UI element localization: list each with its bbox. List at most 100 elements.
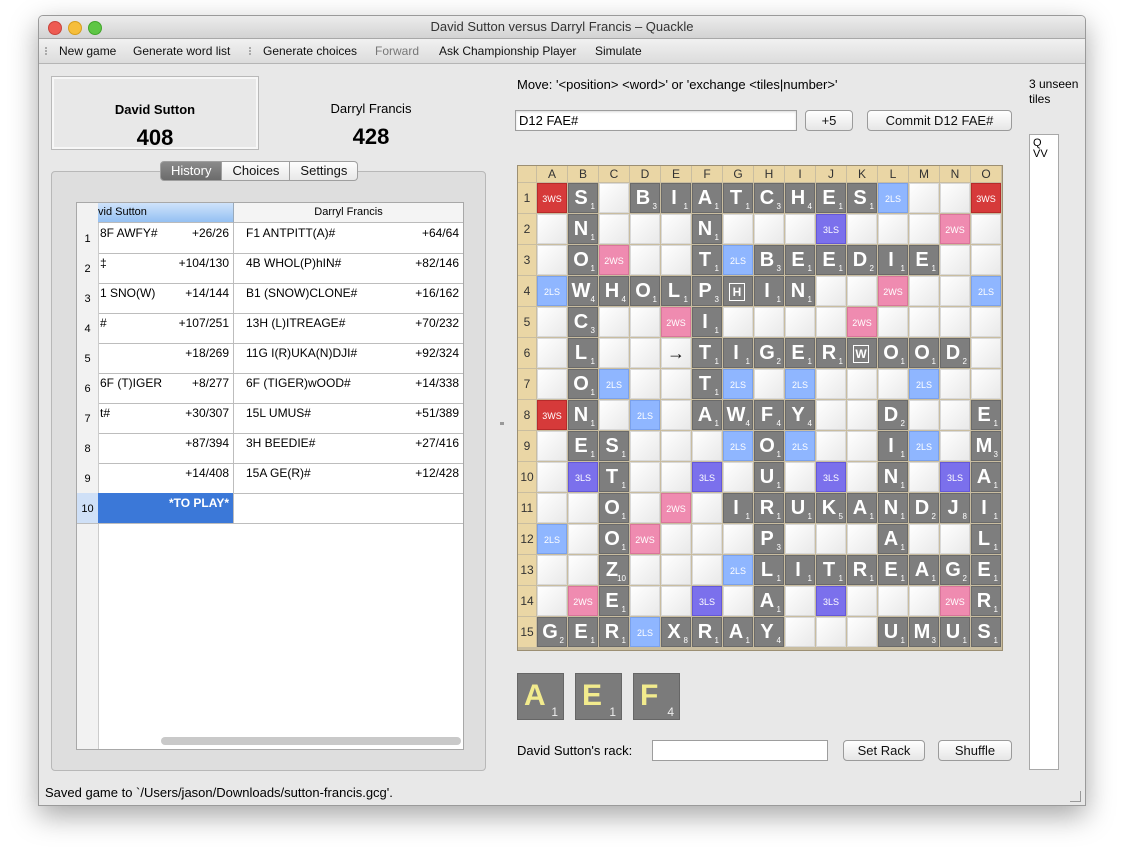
board-square[interactable] xyxy=(971,369,1001,399)
board-square[interactable] xyxy=(568,524,598,554)
board-square[interactable] xyxy=(661,214,691,244)
board-square[interactable] xyxy=(847,431,877,461)
player-1-move-cell[interactable]: ‡ +104/130 xyxy=(98,253,234,283)
board-square[interactable] xyxy=(909,400,939,430)
premium-square[interactable]: 2WS xyxy=(847,307,877,337)
player-2-move-cell[interactable]: 3H BEEDIE# +27/416 xyxy=(234,433,463,463)
board-square[interactable] xyxy=(909,586,939,616)
board-square[interactable] xyxy=(661,400,691,430)
board-square[interactable] xyxy=(599,338,629,368)
splitter-handle[interactable] xyxy=(500,422,504,425)
premium-square[interactable]: 2WS xyxy=(568,586,598,616)
premium-square[interactable]: 2LS xyxy=(785,431,815,461)
board-square[interactable] xyxy=(785,307,815,337)
board-square[interactable] xyxy=(847,617,877,647)
board-square[interactable] xyxy=(661,245,691,275)
board-square[interactable] xyxy=(940,369,970,399)
player-2-move-cell[interactable]: 15A GE(R)# +12/428 xyxy=(234,463,463,493)
history-table[interactable]: vid Sutton Darryl Francis 1 8F AWFY# +26/2… xyxy=(76,202,464,750)
board-square[interactable] xyxy=(816,276,846,306)
board-square[interactable] xyxy=(537,586,567,616)
board-square[interactable] xyxy=(940,307,970,337)
board-square[interactable] xyxy=(909,307,939,337)
to-play-cell[interactable]: *TO PLAY* xyxy=(98,493,234,523)
premium-square[interactable]: 2LS xyxy=(971,276,1001,306)
player-2-move-cell[interactable]: 6F (TIGER)wOOD# +14/338 xyxy=(234,373,463,403)
board-square[interactable] xyxy=(971,338,1001,368)
board-square[interactable] xyxy=(971,214,1001,244)
player-1-move-cell[interactable]: +18/269 xyxy=(98,343,234,373)
premium-square[interactable]: 3WS xyxy=(971,183,1001,213)
player-1-move-cell[interactable]: 1 SNO(W) +14/144 xyxy=(98,283,234,313)
table-row[interactable]: 7 t# +30/307 15L UMUS# +51/389 xyxy=(77,403,463,434)
premium-square[interactable]: 2WS xyxy=(599,245,629,275)
premium-square[interactable]: 2LS xyxy=(723,245,753,275)
player-1-move-cell[interactable]: +14/408 xyxy=(98,463,234,493)
board-square[interactable] xyxy=(971,245,1001,275)
rack-tile[interactable]: F4 xyxy=(633,673,680,720)
board-square[interactable] xyxy=(909,214,939,244)
premium-square[interactable]: 2LS xyxy=(599,369,629,399)
board-square[interactable] xyxy=(909,462,939,492)
board-square[interactable] xyxy=(599,400,629,430)
table-row[interactable]: 6 6F (T)IGER +8/277 6F (TIGER)wOOD# +14/338 xyxy=(77,373,463,404)
table-row[interactable]: 4 # +107/251 13H (L)ITREAGE# +70/232 xyxy=(77,313,463,344)
player-1-move-cell[interactable]: 6F (T)IGER +8/277 xyxy=(98,373,234,403)
board-square[interactable] xyxy=(847,276,877,306)
table-row[interactable]: 1 8F AWFY# +26/26 F1 ANTPITT(A)# +64/64 xyxy=(77,223,463,254)
board-square[interactable] xyxy=(661,369,691,399)
board-square[interactable] xyxy=(878,586,908,616)
board-square[interactable] xyxy=(723,214,753,244)
player-2-move-cell[interactable]: 11G I(R)UKA(N)DJI# +92/324 xyxy=(234,343,463,373)
premium-square[interactable]: 2WS xyxy=(878,276,908,306)
player-2-move-cell[interactable]: F1 ANTPITT(A)# +64/64 xyxy=(234,223,463,253)
board-square[interactable] xyxy=(940,431,970,461)
empty-cell[interactable] xyxy=(234,493,463,523)
board-square[interactable] xyxy=(599,307,629,337)
rack-tile[interactable]: E1 xyxy=(575,673,622,720)
premium-square[interactable]: 3LS xyxy=(568,462,598,492)
tab-settings[interactable]: Settings xyxy=(290,161,359,181)
board-square[interactable] xyxy=(661,555,691,585)
board-square[interactable] xyxy=(537,462,567,492)
board-square[interactable] xyxy=(537,307,567,337)
new-game-button[interactable]: New game xyxy=(59,44,116,58)
board-square[interactable] xyxy=(537,555,567,585)
board-square[interactable] xyxy=(909,183,939,213)
board-square[interactable] xyxy=(785,586,815,616)
rack-input[interactable] xyxy=(652,740,828,761)
resize-grip-icon[interactable] xyxy=(1070,791,1081,802)
column-header-player-2[interactable]: Darryl Francis xyxy=(234,203,463,223)
board-square[interactable] xyxy=(940,400,970,430)
board-square[interactable] xyxy=(630,493,660,523)
table-row-to-play[interactable]: 10 *TO PLAY* xyxy=(77,493,463,524)
board-square[interactable] xyxy=(692,555,722,585)
premium-square[interactable]: 3LS xyxy=(816,462,846,492)
board-square[interactable] xyxy=(630,369,660,399)
board-square[interactable] xyxy=(630,555,660,585)
generate-word-list-button[interactable]: Generate word list xyxy=(133,44,230,58)
board-square[interactable] xyxy=(723,586,753,616)
premium-square[interactable]: 2WS xyxy=(661,307,691,337)
move-input[interactable]: D12 FAE# xyxy=(515,110,797,131)
board-square[interactable] xyxy=(754,307,784,337)
premium-square[interactable]: 3LS xyxy=(816,586,846,616)
board-square[interactable] xyxy=(971,307,1001,337)
rack-tile[interactable]: A1 xyxy=(517,673,564,720)
board-square[interactable] xyxy=(785,214,815,244)
board-square[interactable] xyxy=(723,307,753,337)
board-square[interactable] xyxy=(785,462,815,492)
board-square[interactable] xyxy=(847,400,877,430)
title-bar[interactable]: David Sutton versus Darryl Francis – Qua… xyxy=(39,16,1085,39)
move-score-button[interactable]: +5 xyxy=(805,110,853,131)
player-2-move-cell[interactable]: 15L UMUS# +51/389 xyxy=(234,403,463,433)
premium-square[interactable]: 2LS xyxy=(630,617,660,647)
generate-choices-button[interactable]: Generate choices xyxy=(263,44,357,58)
board-square[interactable] xyxy=(661,431,691,461)
premium-square[interactable]: 3LS xyxy=(816,214,846,244)
player-2-move-cell[interactable]: B1 (SNOW)CLONE# +16/162 xyxy=(234,283,463,313)
game-board[interactable]: A B C D E F G H I J K L M N O 1 2 3 4 5 6 7 8 9 10 11 12 13 14 15 3WS 2… xyxy=(517,165,1003,651)
table-row[interactable]: 2 ‡ +104/130 4B WHOL(P)hIN# +82/146 xyxy=(77,253,463,284)
premium-square[interactable]: 3LS xyxy=(692,462,722,492)
board-square[interactable] xyxy=(785,524,815,554)
